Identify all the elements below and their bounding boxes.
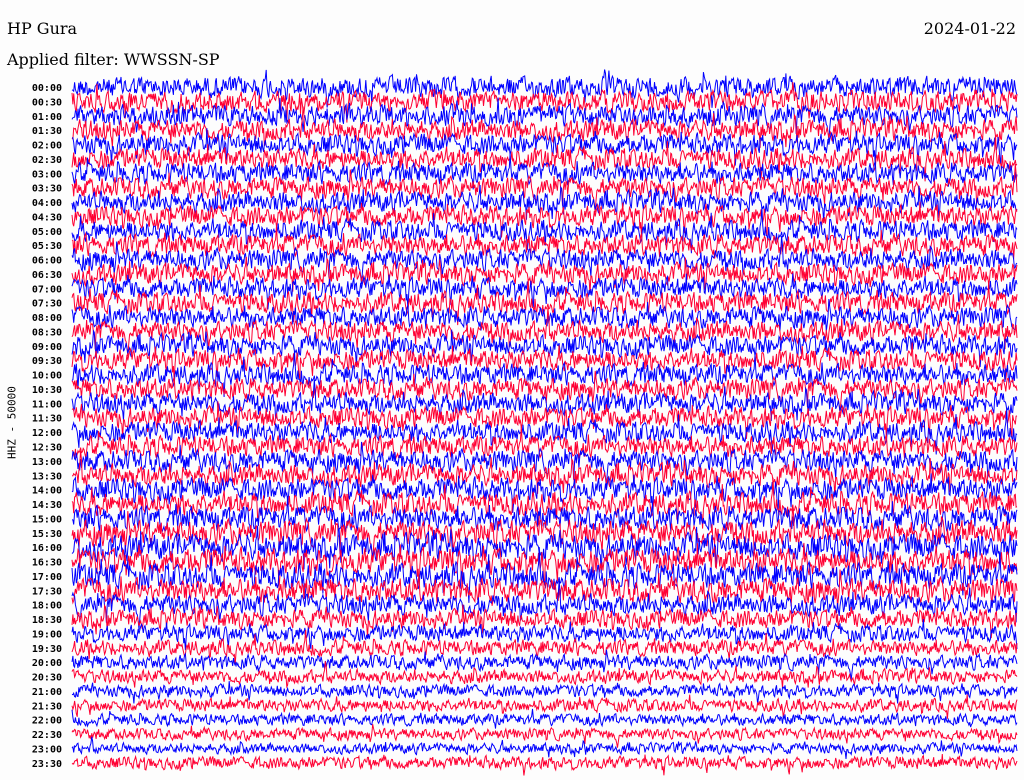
row-label-2300: 23:00 [32,745,62,756]
row-label-0730: 07:30 [32,299,62,310]
row-label-1630: 16:30 [32,558,62,569]
row-label-0630: 06:30 [32,270,62,281]
row-label-0530: 05:30 [32,241,62,252]
row-label-1430: 14:30 [32,500,62,511]
row-label-0030: 00:30 [32,97,62,108]
trace-row-2100 [71,681,1018,704]
row-label-1230: 12:30 [32,443,62,454]
trace-row-1400 [71,473,1018,513]
row-label-1330: 13:30 [32,471,62,482]
row-label-2100: 21:00 [32,687,62,698]
row-label-1800: 18:00 [32,601,62,612]
row-label-2200: 22:00 [32,716,62,727]
trace-row-2300 [71,736,1018,759]
row-label-2000: 20:00 [32,658,62,669]
row-label-2130: 21:30 [32,701,62,712]
row-label-1200: 12:00 [32,428,62,439]
row-label-1730: 17:30 [32,586,62,597]
row-label-1130: 11:30 [32,414,62,425]
row-label-1700: 17:00 [32,572,62,583]
row-label-1530: 15:30 [32,529,62,540]
row-label-2230: 22:30 [32,730,62,741]
helicorder-plot: 00:00 00:30 01:00 01:30 02:00 02:30 03:00 03:30… [32,69,1018,776]
row-label-1830: 18:30 [32,615,62,626]
row-label-1030: 10:30 [32,385,62,396]
row-label-0930: 09:30 [32,356,62,367]
row-label-0130: 01:30 [32,126,62,137]
row-label-1900: 19:00 [32,629,62,640]
row-label-0000: 00:00 [32,83,62,94]
row-label-0600: 06:00 [32,256,62,267]
row-label-1500: 15:00 [32,514,62,525]
row-label-0800: 08:00 [32,313,62,324]
row-label-2030: 20:30 [32,673,62,684]
trace-row-0700 [71,273,1018,310]
row-label-0830: 08:30 [32,328,62,339]
row-label-0430: 04:30 [32,212,62,223]
row-label-0100: 01:00 [32,112,62,123]
row-label-0300: 03:00 [32,169,62,180]
row-label-1000: 10:00 [32,371,62,382]
row-label-2330: 23:30 [32,759,62,770]
row-label-0900: 09:00 [32,342,62,353]
row-label-1600: 16:00 [32,543,62,554]
row-label-1300: 13:00 [32,457,62,468]
trace-group [71,69,1018,776]
row-label-0230: 02:30 [32,155,62,166]
trace-row-1330 [71,450,1018,498]
row-label-0500: 05:00 [32,227,62,238]
row-label-0700: 07:00 [32,284,62,295]
row-label-1930: 19:30 [32,644,62,655]
row-label-0330: 03:30 [32,184,62,195]
row-label-1400: 14:00 [32,486,62,497]
trace-row-2130 [71,694,1018,719]
row-label-0200: 02:00 [32,141,62,152]
row-label-group: 00:00 00:30 01:00 01:30 02:00 02:30 03:00 03:30… [32,83,62,770]
trace-row-2330 [71,753,1018,776]
row-label-0400: 04:00 [32,198,62,209]
row-label-1100: 11:00 [32,399,62,410]
